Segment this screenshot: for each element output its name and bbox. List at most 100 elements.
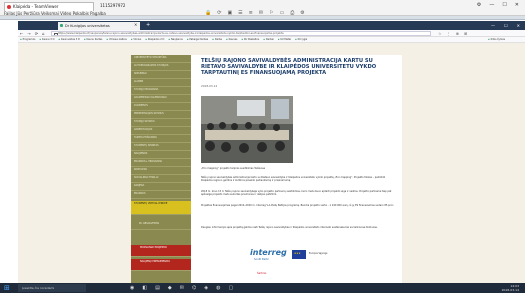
teamviewer-id: 1115297972 xyxy=(100,3,126,8)
site-sidebar: UNIVERSITETO STRUKTŪRA AUTOPROGRAMOS STU… xyxy=(131,55,191,283)
teamviewer-bar: Klaipėda - TeamViewer 1115297972 Failas … xyxy=(0,0,525,16)
bookmark[interactable]: Vilnius xyxy=(131,37,141,42)
clock-date: 2018-03-14 xyxy=(501,288,519,292)
photo-table xyxy=(205,130,289,140)
bookmark[interactable]: KU Metai xyxy=(278,37,291,42)
article-paragraph: 2018 m. kovo 13 d. Telšių rajono savival… xyxy=(201,190,392,197)
app-icon[interactable]: ◈ xyxy=(204,284,208,292)
sidebar-item[interactable]: UNIVERSITETO STRUKTŪRA xyxy=(131,55,191,63)
teamviewer-tab[interactable]: Klaipėda - TeamViewer xyxy=(4,2,94,11)
url-input[interactable]: https://www.klaipedos.lt/naujienos/telsi… xyxy=(51,31,431,36)
sidebar-item-red[interactable]: NAUJIENŲ PRENUMERATA xyxy=(131,259,191,271)
bookmark[interactable]: Vilniaus kalbos xyxy=(106,37,127,42)
bookmark[interactable]: KU Paskaitos xyxy=(241,37,259,42)
remote-frame xyxy=(0,16,525,20)
sidebar-item[interactable]: AKREDITACIJOS xyxy=(131,127,191,135)
bookmark[interactable]: Naujienos xyxy=(168,37,183,42)
eu-flag-icon xyxy=(292,250,306,259)
sidebar-item-red[interactable]: MOKSLINIAI PROJEKTAI xyxy=(131,245,191,257)
sidebar-item[interactable]: AKADEMINIAI KALENDORIAI xyxy=(131,95,191,103)
home-icon[interactable]: ⌂ xyxy=(42,30,45,37)
extension-icon[interactable]: ⊕ xyxy=(456,30,459,37)
close-icon[interactable]: ✕ xyxy=(517,21,520,30)
sidebar-item[interactable]: TARPTAUTIŠKUMAS xyxy=(131,135,191,143)
sidebar-item[interactable]: ERASMUS+ PROGRAMA xyxy=(131,159,191,167)
bookmark[interactable]: Kaunuostas 3 D xyxy=(58,37,80,42)
taskbar-search-input[interactable]: Įveskite čia norėdami xyxy=(18,284,86,292)
sidebar-item[interactable]: PREZENTACIJOS SKYRIUS xyxy=(131,111,191,119)
sidebar-item[interactable]: SOCIALINIAI TINKLAI xyxy=(131,175,191,183)
app-icon[interactable]: ⌬ xyxy=(192,284,196,292)
app-icon[interactable]: ◍ xyxy=(216,284,220,292)
bookmark[interactable]: Kaune 3 D xyxy=(39,37,54,42)
bookmark[interactable]: KU lygis xyxy=(295,37,308,42)
article-title: TELŠIŲ RAJONO SAVIVALDYBĖS ADMINISTRACIJ… xyxy=(201,58,377,76)
bookmark[interactable]: Kaunu Kartas xyxy=(84,37,102,42)
app-icon[interactable]: ◉ xyxy=(130,284,134,292)
grid-icon[interactable]: ⊞ xyxy=(464,30,467,37)
forward-icon[interactable]: → xyxy=(27,30,30,37)
browser-tabstrip: Dr Kunigijos universitetas × + — ☐ ✕ xyxy=(18,21,525,30)
photo-projection-screen xyxy=(237,100,265,116)
eu-label: Europos Sąjunga xyxy=(309,252,328,255)
sidebar-item[interactable]: ERASMUS xyxy=(131,191,191,199)
bookmark[interactable]: Darbai xyxy=(263,37,274,42)
interreg-logo: interreg South Baltic xyxy=(250,248,290,270)
taskbar-clock[interactable]: 14:03 2018-03-14 xyxy=(502,284,519,292)
taskbar-apps: ◉ ◧ ▤ ◆ ✉ ⌬ ◈ ◍ ▢ xyxy=(130,284,233,292)
teamviewer-window-controls: ⚙ — ☐ ✕ xyxy=(477,2,519,8)
gear-icon[interactable]: ⚙ xyxy=(477,2,481,8)
minimize-icon[interactable]: — xyxy=(489,2,494,8)
sidebar-item[interactable]: SKELBIMAI xyxy=(131,71,191,79)
interreg-wordmark: interreg xyxy=(250,248,287,257)
bookmark[interactable]: Klaipėdos 2 D xyxy=(145,37,164,42)
maximize-icon[interactable]: ☐ xyxy=(504,21,508,30)
sidebar-item[interactable]: STUDIJŲ SKYRIUS xyxy=(131,119,191,127)
sidebar-search-link[interactable]: KU ABSOLVENTAI xyxy=(131,218,191,230)
bookmark[interactable]: Pabaiga Darbas xyxy=(187,37,208,42)
app-icon[interactable]: ✉ xyxy=(180,284,184,292)
sidebar-item[interactable]: ALUMNI xyxy=(131,79,191,87)
sidebar-item[interactable]: STUDENTŲ SPORTAS xyxy=(131,143,191,151)
photo-window xyxy=(271,99,289,119)
app-icon[interactable]: ▤ xyxy=(155,284,160,292)
interreg-subtitle: South Baltic xyxy=(254,258,270,261)
browser-tab[interactable]: Dr Kunigijos universitetas xyxy=(58,22,140,30)
sidebar-item[interactable]: NAUJIENOS xyxy=(131,151,191,159)
star-icon[interactable]: ☆ xyxy=(438,30,442,37)
reload-icon[interactable]: ⟳ xyxy=(35,30,38,37)
app-icon[interactable]: ◧ xyxy=(142,284,147,292)
sidebar-item[interactable]: STUDIJŲ PROGRAMA xyxy=(131,87,191,95)
bookmark[interactable]: Darbe xyxy=(212,37,222,42)
app-icon[interactable]: ◆ xyxy=(168,284,172,292)
sidebar-item[interactable]: KARJERA xyxy=(131,183,191,191)
photo-caption: „Eco mapping“ projekto tarpinis susitiki… xyxy=(201,167,266,170)
bookmark[interactable]: Programos xyxy=(20,37,36,42)
minimize-icon[interactable]: — xyxy=(491,21,495,30)
article-date: 2018-03-12 xyxy=(201,84,218,88)
article-photo[interactable] xyxy=(201,96,293,163)
close-icon[interactable]: ✕ xyxy=(515,2,519,8)
remote-left-margin xyxy=(0,21,18,283)
article-paragraph: Projektas finansuojamas pagal 2014–2020 … xyxy=(201,204,395,207)
maximize-icon[interactable]: ☐ xyxy=(502,2,506,8)
app-icon[interactable]: ▢ xyxy=(229,284,234,292)
sidebar-item[interactable]: AUTOPROGRAMOS STUDIJOS xyxy=(131,63,191,71)
article-paragraph: Daugiau informacijos apie projektą galim… xyxy=(201,226,378,229)
article-paragraph: Telšių rajono savivaldybės administracij… xyxy=(201,176,386,183)
windows-taskbar: ⊞ Įveskite čia norėdami ◉ ◧ ▤ ◆ ✉ ⌬ ◈ ◍ … xyxy=(0,283,525,293)
more-icon[interactable]: ⋮ xyxy=(447,30,451,37)
bookmark[interactable]: Kaunas xyxy=(226,37,238,42)
back-icon[interactable]: ← xyxy=(20,30,23,37)
sidebar-item[interactable]: DUOMENYS xyxy=(131,103,191,111)
source-link[interactable]: Šaltinis xyxy=(257,272,266,275)
sidebar-item[interactable]: KONTAKTAI xyxy=(131,167,191,175)
address-actions: ☆ ⋮ ⊕ ⊞ xyxy=(438,30,467,37)
browser-window-controls: — ☐ ✕ xyxy=(491,21,520,30)
tab-close-icon[interactable]: × xyxy=(134,21,137,29)
address-bar-row: ← → ⟳ ⌂ https://www.klaipedos.lt/naujien… xyxy=(18,30,525,37)
sidebar-item-active[interactable]: STUDENTŲ VIRTUALI ERDVĖ xyxy=(131,201,191,215)
start-icon[interactable]: ⊞ xyxy=(4,284,12,292)
new-tab-icon[interactable]: + xyxy=(146,21,150,30)
nav-buttons: ← → ⟳ ⌂ xyxy=(20,30,45,37)
